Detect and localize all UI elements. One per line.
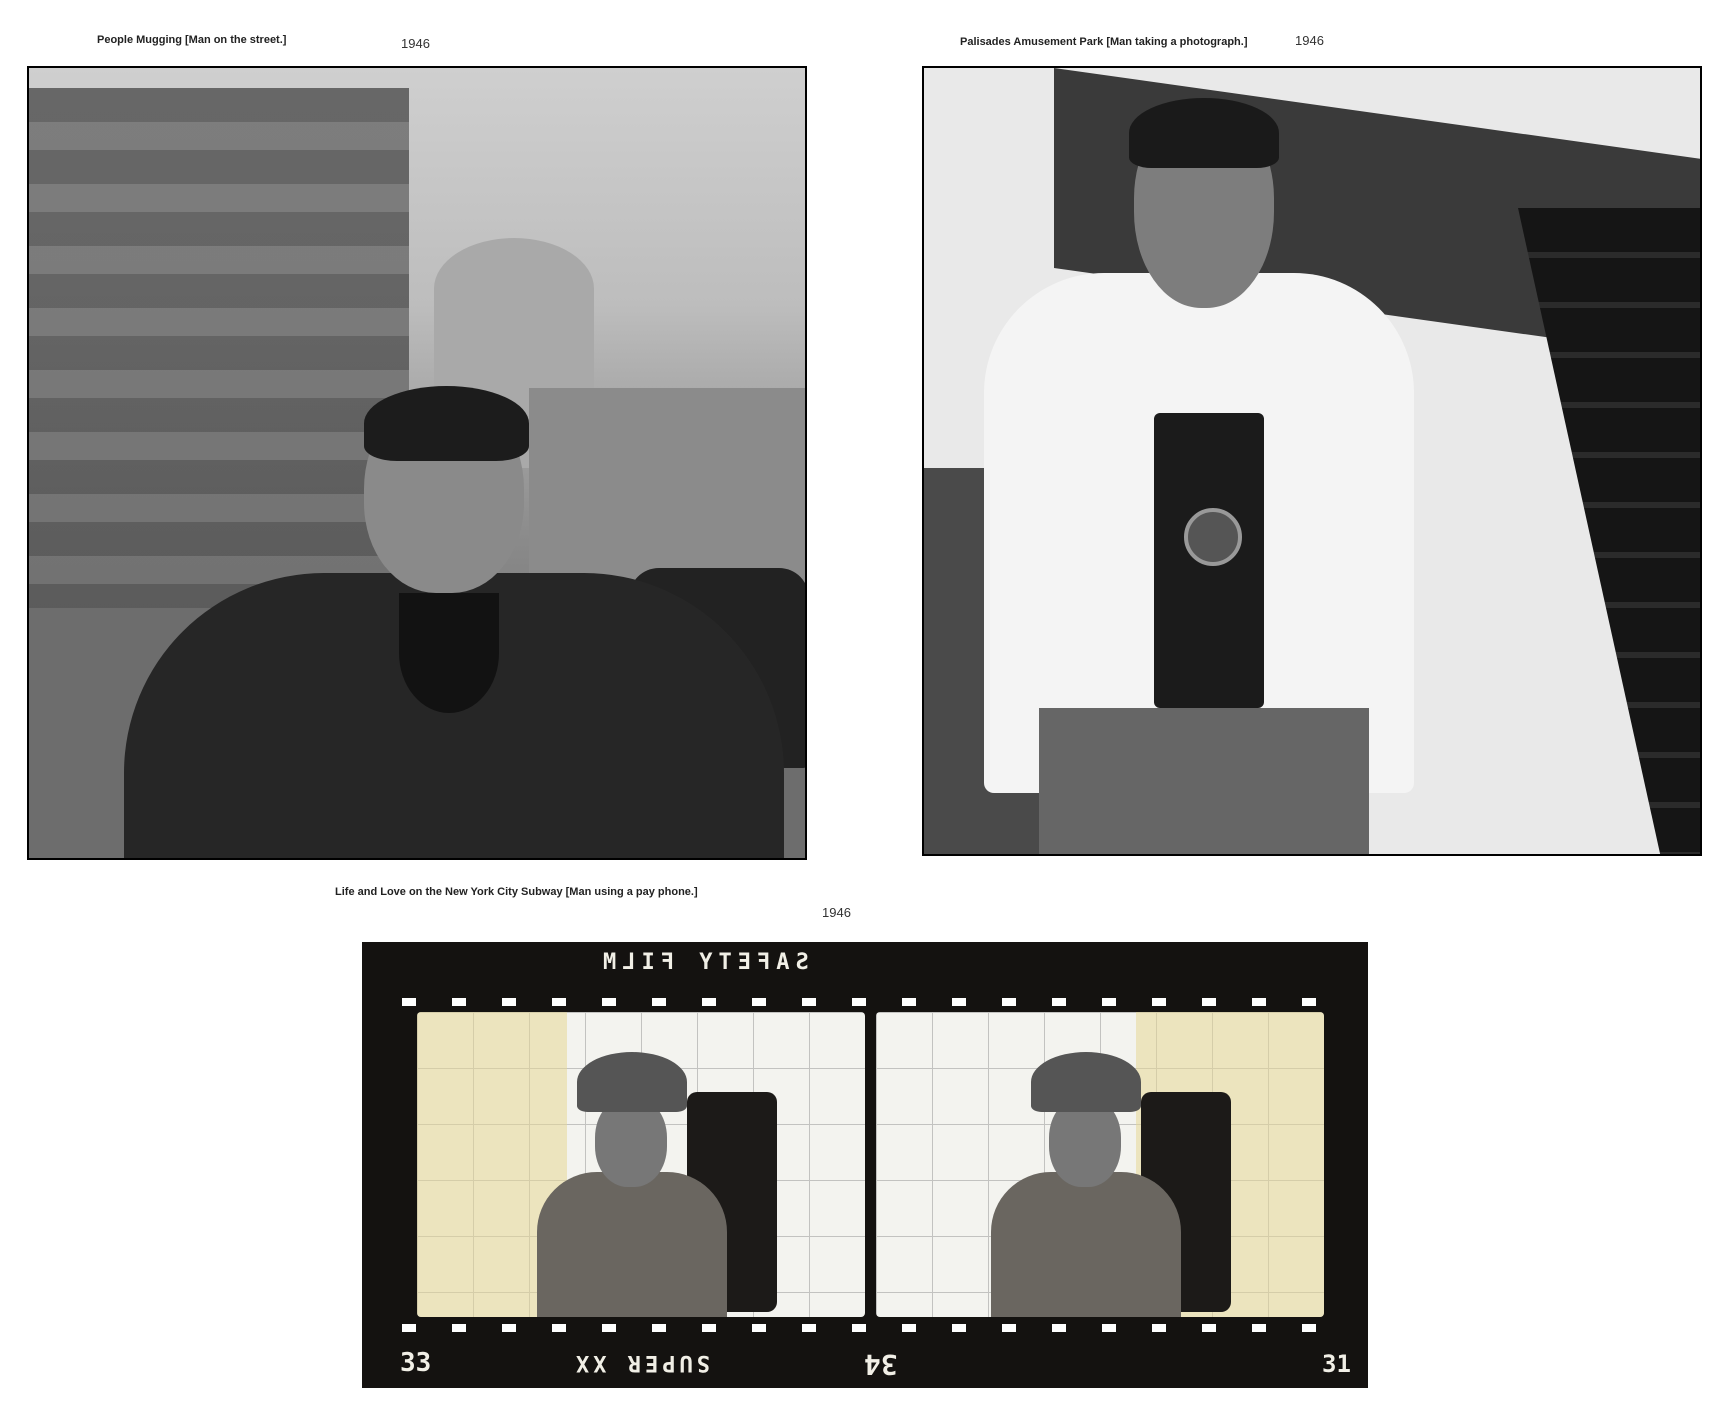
hair-shape (1129, 98, 1279, 168)
frame-number: 33 (400, 1348, 432, 1378)
sprocket-holes (402, 1324, 1322, 1332)
film-frame (876, 1012, 1324, 1317)
photo-film-strip-pay-phone[interactable]: SAFETY FILM 33 SUPER XX 34 31 (362, 942, 1368, 1388)
pants-shape (1039, 708, 1369, 854)
film-frame (417, 1012, 865, 1317)
film-edge-text: SAFETY FILM (597, 950, 809, 975)
photo-caption[interactable]: Palisades Amusement Park [Man taking a p… (960, 36, 1248, 48)
photo-man-with-camera[interactable] (922, 66, 1702, 856)
frame-number: 31 (1322, 1350, 1351, 1378)
sprocket-holes (402, 998, 1322, 1006)
camera-lens-shape (1184, 508, 1242, 566)
film-edge-text: SUPER XX (572, 1350, 710, 1375)
coat-shape (991, 1172, 1181, 1317)
hat-shape (577, 1052, 687, 1112)
man-figure (537, 1052, 727, 1317)
photo-year: 1946 (1295, 33, 1324, 48)
frame-number: 34 (864, 1348, 898, 1381)
hat-shape (1031, 1052, 1141, 1112)
photo-man-on-street[interactable] (27, 66, 807, 860)
building-shape (29, 88, 409, 648)
collar-shape (399, 593, 499, 713)
photo-year: 1946 (822, 905, 851, 920)
hair-shape (364, 386, 529, 461)
photo-caption[interactable]: People Mugging [Man on the street.] (97, 34, 286, 46)
photo-year: 1946 (401, 36, 430, 51)
man-figure (991, 1052, 1181, 1317)
photo-caption[interactable]: Life and Love on the New York City Subwa… (335, 886, 698, 898)
coat-shape (537, 1172, 727, 1317)
